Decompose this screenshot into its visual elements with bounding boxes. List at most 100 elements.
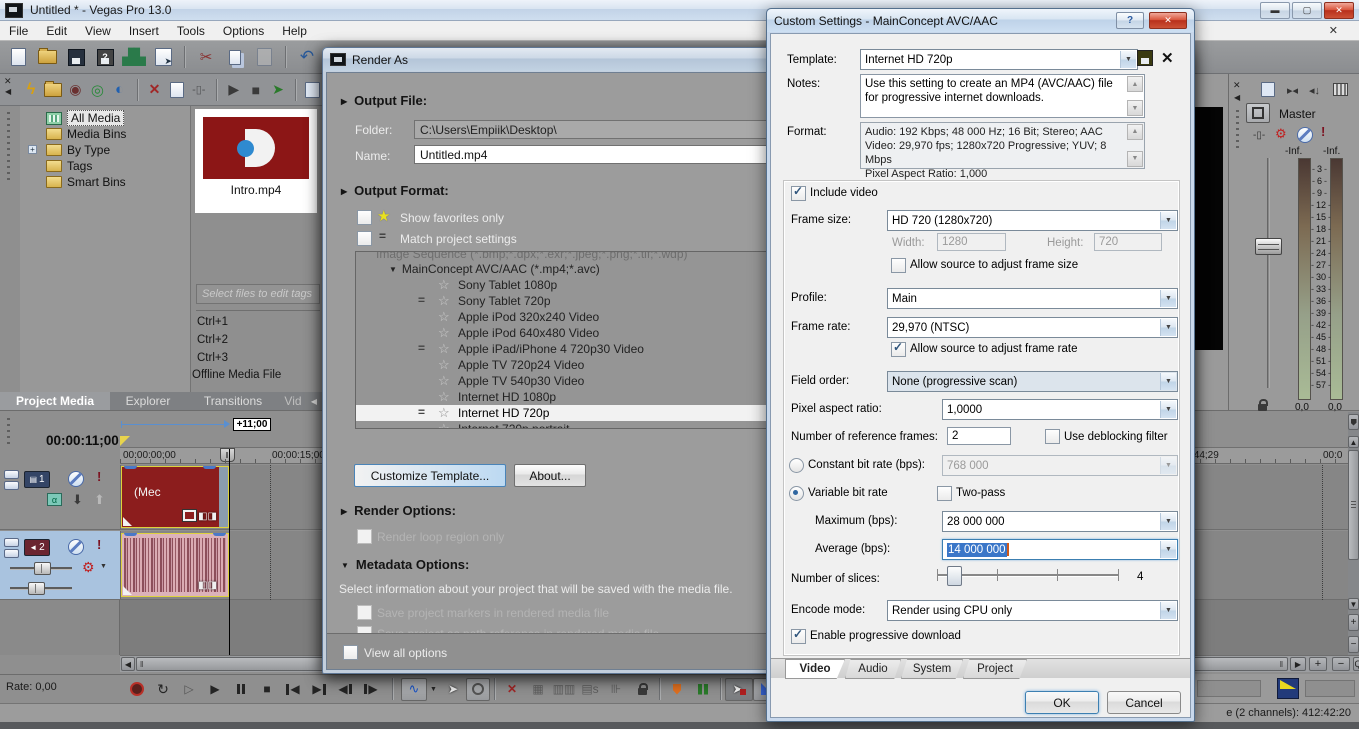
undo-icon[interactable]: ↶ [295, 45, 319, 69]
zoom-in-time-icon[interactable]: + [1309, 657, 1327, 671]
cbr-radio[interactable] [789, 458, 804, 473]
dropdown-arrow-icon[interactable]: ▼ [1160, 319, 1176, 336]
tree-item-all-media[interactable]: All Media [20, 110, 190, 126]
master-fader-track[interactable] [1267, 158, 1270, 388]
tab-scroll-left-icon[interactable]: ◀ [306, 392, 323, 410]
track-solo-icon[interactable]: ! [97, 537, 101, 552]
scroll-left-icon[interactable]: ◀ [121, 657, 135, 671]
output-format-header[interactable]: Output Format: [341, 183, 449, 198]
record-button[interactable] [124, 679, 150, 700]
group-icon[interactable]: ▤s [577, 679, 603, 700]
panel-pin-icon[interactable]: ◀ [1234, 93, 1240, 102]
audio-event[interactable]: ◧◨ [121, 533, 229, 597]
track-solo-icon[interactable]: ! [97, 469, 101, 484]
output-file-header[interactable]: Output File: [341, 93, 427, 108]
shortcut-ctrl2[interactable]: Ctrl+2 [197, 334, 228, 346]
track-mute-icon[interactable] [68, 471, 84, 487]
event-tool-button[interactable]: ➤ [725, 678, 753, 701]
shortcut-ctrl1[interactable]: Ctrl+1 [197, 316, 228, 328]
panel-close-icon[interactable]: ✕ [4, 76, 12, 87]
save-icon[interactable] [64, 45, 88, 69]
magnify-tool-icon[interactable] [466, 678, 490, 701]
metadata-options-header[interactable]: Metadata Options: [341, 557, 469, 572]
insert-marker-icon[interactable] [664, 679, 690, 700]
tab-system[interactable]: System [901, 659, 963, 679]
media-fx-icon[interactable]: -▯- [190, 79, 208, 101]
delete-template-icon[interactable]: ✕ [1161, 49, 1174, 67]
dim-output-icon[interactable]: ◂↓ [1309, 84, 1320, 97]
prev-frame-button[interactable]: ◀ [332, 679, 358, 700]
menu-insert[interactable]: Insert [120, 22, 168, 40]
vscroll-thumb[interactable] [1348, 450, 1359, 560]
zoom-in-track-icon[interactable]: + [1348, 614, 1359, 631]
bus-solo-icon[interactable]: ! [1321, 124, 1325, 139]
cancel-button[interactable]: Cancel [1107, 691, 1181, 714]
tree-item-smart-bins[interactable]: Smart Bins [20, 174, 190, 190]
paste-icon[interactable] [252, 45, 276, 69]
dialog-close-button[interactable]: ✕ [1149, 12, 1187, 29]
tab-audio[interactable]: Audio [845, 659, 901, 679]
zoom-out-time-icon[interactable]: − [1332, 657, 1350, 671]
fader-lock-icon[interactable] [1258, 404, 1267, 411]
marker-tool-icon[interactable] [1348, 414, 1359, 430]
media-item-card[interactable]: Intro.mp4 [195, 109, 317, 213]
media-properties-icon[interactable] [168, 79, 186, 101]
project-properties-icon[interactable]: ? [93, 45, 117, 69]
ok-button[interactable]: OK [1025, 691, 1099, 714]
panel-grip[interactable] [1236, 110, 1239, 148]
slices-slider[interactable] [937, 566, 1119, 584]
new-project-icon[interactable] [6, 45, 30, 69]
video-track-header[interactable]: ▤1 ! α ⬇ ⬆ [0, 465, 121, 529]
auto-preview-icon[interactable]: ϟ [22, 79, 40, 101]
fade-handle[interactable] [123, 586, 132, 595]
fade-handle[interactable] [123, 517, 132, 526]
event-pan-crop-icon[interactable] [183, 510, 196, 521]
minimize-button[interactable]: ▬ [1260, 2, 1290, 19]
play-button[interactable]: ▶ [202, 679, 228, 700]
deblocking-checkbox[interactable] [1045, 429, 1060, 444]
delete-icon[interactable]: ✕ [499, 679, 525, 700]
customize-template-button[interactable]: Customize Template... [354, 464, 506, 487]
menu-tools[interactable]: Tools [168, 22, 214, 40]
tab-project-media[interactable]: Project Media [0, 392, 111, 410]
show-favorites-checkbox[interactable] [357, 210, 372, 225]
preview-stop-icon[interactable]: ■ [247, 79, 265, 101]
scroll-up-icon[interactable]: ▲ [1127, 76, 1143, 92]
close-button[interactable]: ✕ [1324, 2, 1354, 19]
normal-edit-tool-icon[interactable]: ➤ [440, 679, 466, 700]
tree-item-by-type[interactable]: + By Type [20, 142, 190, 158]
video-event[interactable]: (Mec ◧◨ [121, 466, 229, 528]
import-media-icon[interactable] [44, 79, 62, 101]
event-fx-icon[interactable]: ◧◨ [198, 511, 217, 522]
dropdown-arrow-icon[interactable]: ▼ [1160, 212, 1176, 229]
render-options-header[interactable]: Render Options: [341, 503, 456, 518]
go-to-end-button[interactable]: ▶ [306, 679, 332, 700]
menu-help[interactable]: Help [273, 22, 316, 40]
trim-icon[interactable]: ▦ [525, 679, 551, 700]
zoom-out-track-icon[interactable]: − [1348, 636, 1359, 653]
encode-mode-combo[interactable]: Render using CPU only▼ [887, 600, 1178, 621]
zoom-tool-icon[interactable]: Q [1353, 657, 1359, 671]
render-wave-icon[interactable]: ▟▙ [122, 45, 146, 69]
dropdown-arrow-icon[interactable]: ▼ [1160, 513, 1176, 530]
expand-icon[interactable]: + [28, 145, 37, 154]
bus-properties-icon[interactable] [1261, 82, 1275, 100]
menu-file[interactable]: File [0, 22, 37, 40]
hscroll-right-icon[interactable]: ▶ [1290, 657, 1306, 671]
tags-input[interactable]: Select files to edit tags [196, 284, 320, 304]
tree-item-tags[interactable]: Tags [20, 158, 190, 174]
scroll-up-icon[interactable]: ▲ [1127, 124, 1143, 140]
snap-icon[interactable]: ⊪ [603, 679, 629, 700]
field-order-combo[interactable]: None (progressive scan)▼ [887, 371, 1178, 392]
edit-details-icon[interactable]: ➤ [151, 45, 175, 69]
slider-handle[interactable] [947, 566, 962, 586]
cursor-handle[interactable]: ‖ [220, 448, 235, 462]
vbr-radio[interactable] [789, 486, 804, 501]
go-to-start-button[interactable]: ◀ [280, 679, 306, 700]
remove-media-icon[interactable]: ✕ [145, 79, 163, 101]
views-icon[interactable] [304, 79, 322, 101]
cut-icon[interactable]: ✂ [194, 45, 218, 69]
help-button[interactable]: ? [1116, 12, 1144, 29]
menu-view[interactable]: View [76, 22, 120, 40]
allow-frame-size-checkbox[interactable] [891, 258, 906, 273]
